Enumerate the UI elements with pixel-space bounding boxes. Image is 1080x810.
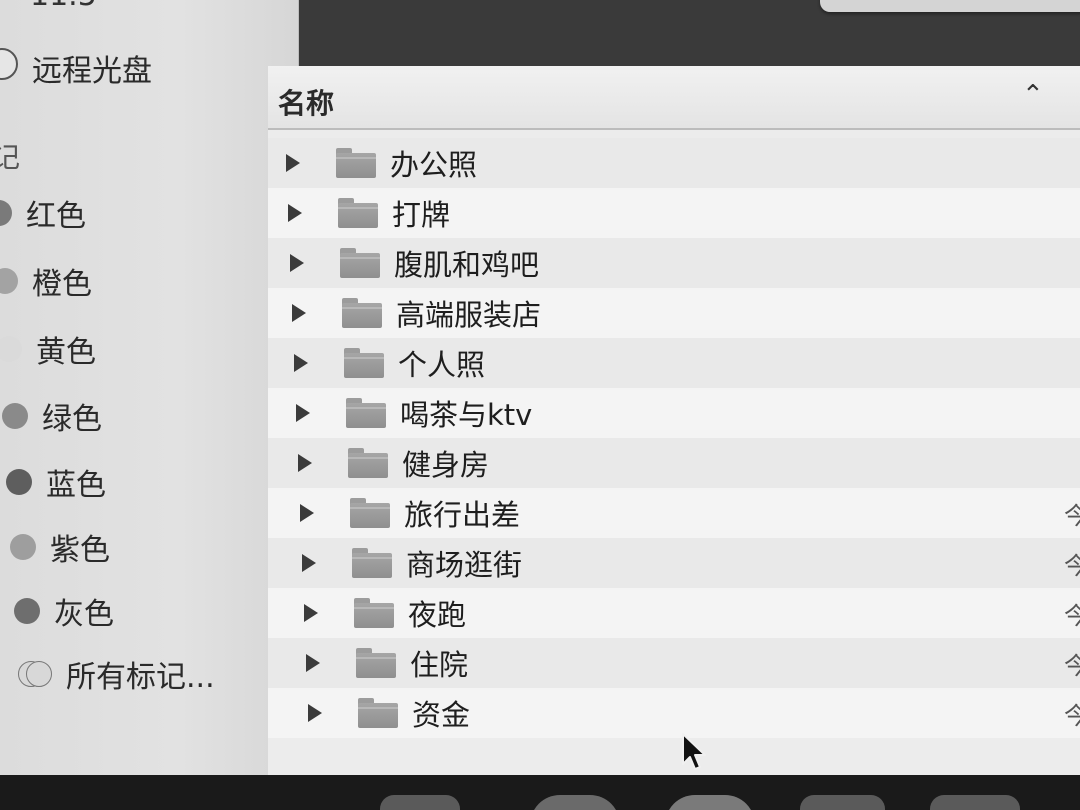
folder-name: 资金 <box>412 698 471 732</box>
date-modified-stub: 今 <box>1064 651 1080 680</box>
sidebar-tag-red[interactable]: 红色 <box>0 193 86 234</box>
disclosure-triangle-icon[interactable] <box>308 704 322 722</box>
folder-icon <box>338 198 378 228</box>
tag-label: 紫色 <box>50 533 110 568</box>
disclosure-triangle-icon[interactable] <box>288 204 302 222</box>
disc-icon <box>0 48 18 80</box>
dock-app-icon[interactable] <box>380 795 460 810</box>
folder-name: 夜跑 <box>408 598 467 632</box>
disclosure-triangle-icon[interactable] <box>300 504 314 522</box>
folder-icon <box>342 298 382 328</box>
date-modified-stub: 今 <box>1064 551 1080 580</box>
file-list-pane: 名称 ⌃ 办公照 打牌 腹肌和鸡吧 高端服装店 个人照 喝茶与ktv 健身房 旅… <box>268 66 1080 775</box>
tag-color-dot-icon <box>2 403 28 429</box>
folder-row[interactable]: 喝茶与ktv <box>268 388 1080 438</box>
tag-label: 橙色 <box>32 267 92 302</box>
disclosure-triangle-icon[interactable] <box>296 404 310 422</box>
sidebar-all-tags[interactable]: 所有标记... <box>18 654 215 695</box>
mouse-pointer-icon <box>682 733 706 770</box>
folder-icon <box>356 648 396 678</box>
folder-icon <box>358 698 398 728</box>
toolbar-search-field[interactable] <box>820 0 1080 12</box>
folder-list: 办公照 打牌 腹肌和鸡吧 高端服装店 个人照 喝茶与ktv 健身房 旅行出差 今… <box>268 138 1080 738</box>
disclosure-triangle-icon[interactable] <box>294 354 308 372</box>
sidebar-tag-orange[interactable]: 橙色 <box>0 261 92 302</box>
dock-app-icon[interactable] <box>930 795 1020 810</box>
sidebar-section-heading: 记 <box>0 141 21 174</box>
sidebar-tag-gray[interactable]: 灰色 <box>14 591 114 632</box>
all-tags-icon <box>18 661 52 687</box>
tag-label: 灰色 <box>54 597 114 632</box>
disclosure-triangle-icon[interactable] <box>298 454 312 472</box>
sidebar: 11.5 远程光盘 记 红色 橙色 黄色 绿色 蓝色 紫色 <box>0 0 299 775</box>
tag-label: 红色 <box>26 199 86 234</box>
tag-color-dot-icon <box>0 200 12 226</box>
folder-row[interactable]: 办公照 <box>268 138 1080 188</box>
disclosure-triangle-icon[interactable] <box>290 254 304 272</box>
folder-name: 旅行出差 <box>404 498 521 532</box>
column-title: 名称 <box>278 87 335 120</box>
tag-label: 黄色 <box>36 335 96 370</box>
date-modified-stub: 今 <box>1064 701 1080 730</box>
tag-color-dot-icon <box>14 598 40 624</box>
tag-label: 蓝色 <box>46 468 106 503</box>
folder-name: 喝茶与ktv <box>400 398 533 432</box>
tag-label: 绿色 <box>42 402 102 437</box>
folder-name: 打牌 <box>392 198 451 232</box>
dock-app-icon[interactable] <box>800 795 885 810</box>
sidebar-tag-green[interactable]: 绿色 <box>2 396 102 437</box>
disclosure-triangle-icon[interactable] <box>306 654 320 672</box>
column-header-name[interactable]: 名称 ⌃ <box>268 66 1080 130</box>
date-modified-stub: 今 <box>1064 601 1080 630</box>
folder-icon <box>350 498 390 528</box>
all-tags-label: 所有标记... <box>66 660 215 695</box>
folder-row[interactable]: 资金 今 <box>268 688 1080 738</box>
disclosure-triangle-icon[interactable] <box>304 604 318 622</box>
finder-window: 11.5 远程光盘 记 红色 橙色 黄色 绿色 蓝色 紫色 <box>0 0 1080 810</box>
date-modified-stub: 今 <box>1064 501 1080 530</box>
folder-row[interactable]: 高端服装店 <box>268 288 1080 338</box>
folder-icon <box>344 348 384 378</box>
folder-row[interactable]: 健身房 <box>268 438 1080 488</box>
sidebar-item-remote-disc[interactable]: 远程光盘 <box>32 46 152 90</box>
folder-name: 健身房 <box>402 448 490 482</box>
tag-color-dot-icon <box>0 268 18 294</box>
sidebar-tag-yellow[interactable]: 黄色 <box>0 329 96 370</box>
folder-icon <box>348 448 388 478</box>
tag-color-dot-icon <box>6 469 32 495</box>
sidebar-tag-purple[interactable]: 紫色 <box>10 527 110 568</box>
chevron-up-icon[interactable]: ⌃ <box>1022 80 1044 110</box>
folder-icon <box>336 148 376 178</box>
folder-icon <box>354 598 394 628</box>
folder-icon <box>340 248 380 278</box>
folder-name: 个人照 <box>398 348 486 382</box>
disclosure-triangle-icon[interactable] <box>292 304 306 322</box>
folder-row[interactable]: 商场逛街 今 <box>268 538 1080 588</box>
folder-row[interactable]: 住院 今 <box>268 638 1080 688</box>
folder-name: 高端服装店 <box>396 298 542 332</box>
folder-name: 腹肌和鸡吧 <box>394 248 540 282</box>
disclosure-triangle-icon[interactable] <box>302 554 316 572</box>
folder-row[interactable]: 旅行出差 今 <box>268 488 1080 538</box>
tag-color-dot-icon <box>0 336 22 362</box>
folder-icon <box>346 398 386 428</box>
folder-name: 商场逛街 <box>406 548 523 582</box>
folder-row[interactable]: 腹肌和鸡吧 <box>268 238 1080 288</box>
folder-row[interactable]: 打牌 <box>268 188 1080 238</box>
folder-row[interactable]: 个人照 <box>268 338 1080 388</box>
disclosure-triangle-icon[interactable] <box>286 154 300 172</box>
sidebar-partial-item[interactable]: 11.5 <box>30 0 97 13</box>
folder-name: 办公照 <box>390 148 478 182</box>
sidebar-tag-blue[interactable]: 蓝色 <box>6 462 106 503</box>
folder-name: 住院 <box>410 648 469 682</box>
folder-icon <box>352 548 392 578</box>
folder-row[interactable]: 夜跑 今 <box>268 588 1080 638</box>
tag-color-dot-icon <box>10 534 36 560</box>
